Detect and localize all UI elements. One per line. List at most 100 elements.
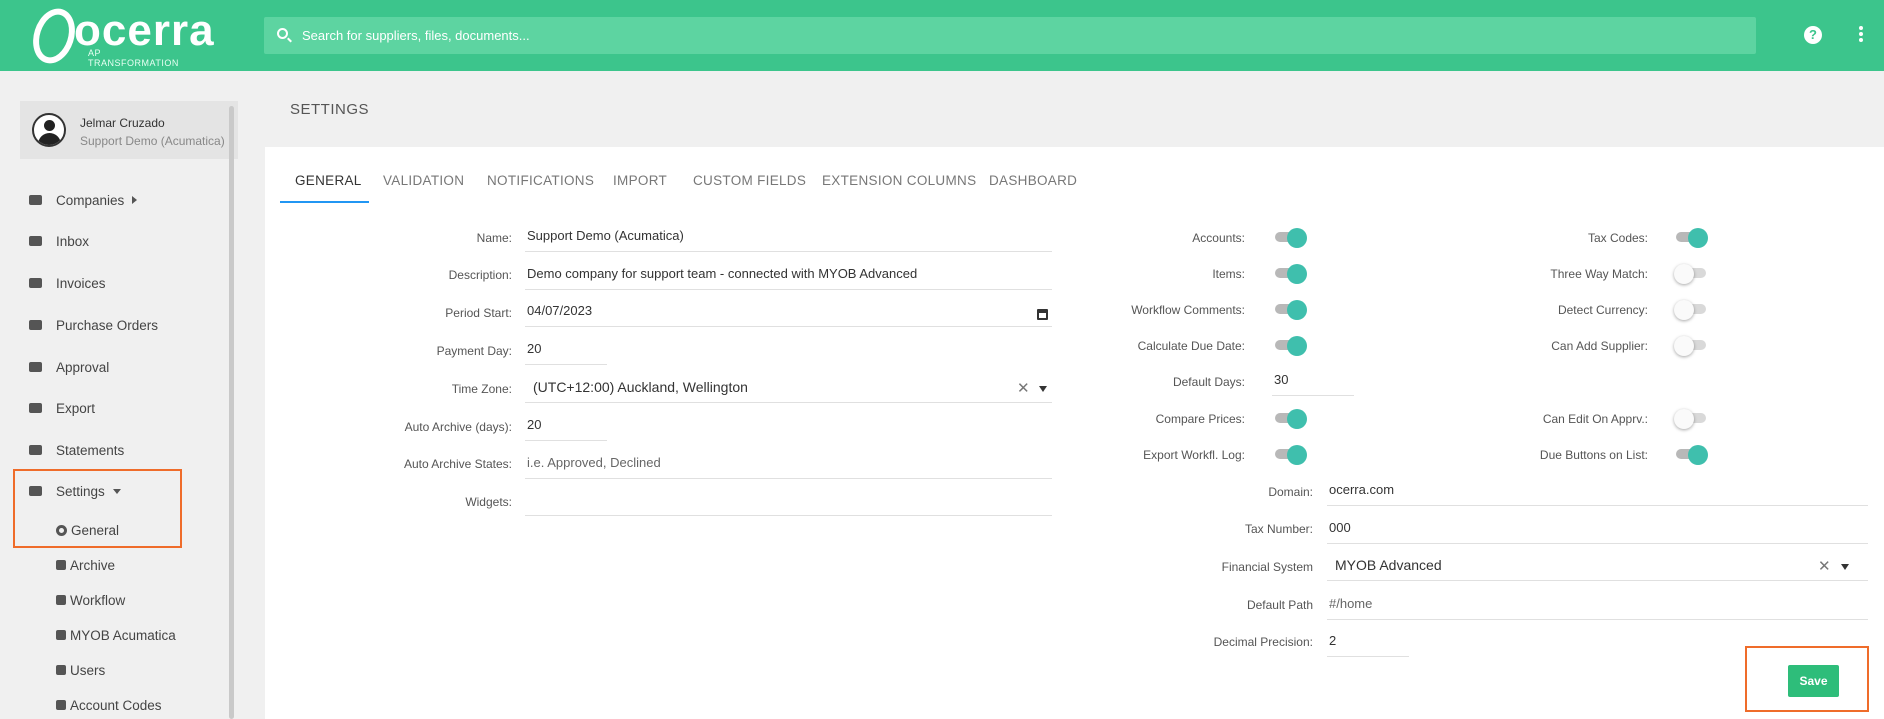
tab-notifications[interactable]: NOTIFICATIONS xyxy=(487,173,594,188)
help-icon[interactable]: ? xyxy=(1804,26,1822,44)
sidebar-item-companies[interactable]: Companies xyxy=(28,190,138,210)
puzzle-icon xyxy=(56,630,66,640)
three-way-match-label: Three Way Match: xyxy=(1550,267,1648,281)
sidebar-subitem-account-codes[interactable]: Account Codes xyxy=(56,696,162,714)
tab-dashboard[interactable]: DASHBOARD xyxy=(989,173,1077,188)
export-workflow-log-label: Export Workfl. Log: xyxy=(1143,448,1245,462)
three-way-match-toggle[interactable] xyxy=(1674,263,1708,284)
chevron-down-icon[interactable] xyxy=(1841,564,1849,570)
financial-system-select[interactable]: MYOB Advanced xyxy=(1327,553,1868,581)
decimal-precision-field[interactable]: 2 xyxy=(1327,629,1409,657)
users-icon xyxy=(56,665,66,675)
sidebar-item-purchase-orders[interactable]: Purchase Orders xyxy=(28,315,158,335)
basket-icon xyxy=(28,276,44,290)
tax-number-field[interactable]: 000 xyxy=(1327,516,1868,544)
tax-number-label: Tax Number: xyxy=(1244,522,1313,536)
calculate-due-date-toggle[interactable] xyxy=(1273,335,1307,356)
sidebar-subitem-workflow[interactable]: Workflow xyxy=(56,591,125,609)
tab-validation[interactable]: VALIDATION xyxy=(383,173,464,188)
search-bar[interactable] xyxy=(264,17,1756,54)
sidebar-item-label: Purchase Orders xyxy=(56,317,159,333)
period-start-label: Period Start: xyxy=(445,306,512,320)
time-zone-select[interactable]: (UTC+12:00) Auckland, Wellington xyxy=(525,375,1052,403)
auto-archive-states-input[interactable]: i.e. Approved, Declined xyxy=(525,451,1052,479)
sidebar-subitem-archive[interactable]: Archive xyxy=(56,556,115,574)
name-label: Name: xyxy=(476,231,512,245)
payment-day-label: Payment Day: xyxy=(436,344,512,358)
sidebar-item-approval[interactable]: Approval xyxy=(28,357,109,377)
domain-field[interactable]: ocerra.com xyxy=(1327,478,1868,506)
tab-extension-columns[interactable]: EXTENSION COLUMNS xyxy=(822,173,976,188)
period-start-field[interactable]: 04/07/2023 xyxy=(525,299,1052,327)
sidebar-scrollbar[interactable] xyxy=(229,106,234,719)
caret-right-icon xyxy=(132,196,138,204)
more-menu-icon[interactable] xyxy=(1858,26,1864,44)
sidebar-subitem-label: Archive xyxy=(70,557,116,573)
can-edit-on-apprv-label: Can Edit On Apprv.: xyxy=(1542,412,1648,426)
sidebar-item-export[interactable]: Export xyxy=(28,398,95,418)
tab-import[interactable]: IMPORT xyxy=(613,173,667,188)
sidebar-subitem-users[interactable]: Users xyxy=(56,661,105,679)
clipboard-icon xyxy=(56,700,66,710)
items-label: Items: xyxy=(1212,267,1245,281)
default-path-label: Default Path xyxy=(1246,598,1313,612)
clear-icon[interactable]: ✕ xyxy=(1017,379,1030,397)
financial-system-label: Financial System xyxy=(1221,560,1313,574)
sidebar-item-statements[interactable]: Statements xyxy=(28,440,124,460)
highlight-settings-general xyxy=(13,469,182,548)
auto-archive-days-field[interactable]: 20 xyxy=(525,413,607,441)
auto-archive-states-label: Auto Archive States: xyxy=(403,457,512,471)
name-field[interactable]: Support Demo (Acumatica) xyxy=(525,224,1052,252)
default-path-input[interactable]: #/home xyxy=(1327,592,1868,620)
sidebar-subitem-label: Account Codes xyxy=(70,697,162,713)
compare-prices-toggle[interactable] xyxy=(1273,408,1307,429)
can-edit-on-apprv-toggle[interactable] xyxy=(1674,408,1708,429)
ocerra-logo[interactable]: ocerra AP TRANSFORMATION xyxy=(20,3,214,69)
id-card-icon xyxy=(28,193,44,207)
sidebar-item-label: Statements xyxy=(56,442,125,458)
due-buttons-on-list-label: Due Buttons on List: xyxy=(1539,448,1648,462)
auto-archive-days-label: Auto Archive (days): xyxy=(404,420,512,434)
search-input[interactable] xyxy=(302,17,1742,54)
sidebar-item-label: Invoices xyxy=(56,275,106,291)
tax-codes-label: Tax Codes: xyxy=(1587,231,1648,245)
payment-day-field[interactable]: 20 xyxy=(525,337,607,365)
decimal-precision-label: Decimal Precision: xyxy=(1213,635,1313,649)
detect-currency-toggle[interactable] xyxy=(1674,299,1708,320)
sidebar-subitem-label: Workflow xyxy=(70,592,126,608)
can-add-supplier-toggle[interactable] xyxy=(1674,335,1708,356)
workflow-comments-toggle[interactable] xyxy=(1273,299,1307,320)
tab-custom-fields[interactable]: CUSTOM FIELDS xyxy=(693,173,806,188)
tax-codes-toggle[interactable] xyxy=(1674,227,1708,248)
user-name: Jelmar Cruzado xyxy=(80,116,165,130)
sidebar-item-label: Export xyxy=(56,400,96,416)
sidebar-item-invoices[interactable]: Invoices xyxy=(28,273,106,293)
sidebar-subitem-label: Users xyxy=(70,662,106,678)
external-link-icon xyxy=(28,401,44,415)
user-card[interactable]: Jelmar Cruzado Support Demo (Acumatica) xyxy=(20,101,238,159)
domain-label: Domain: xyxy=(1268,485,1313,499)
export-workflow-log-toggle[interactable] xyxy=(1273,444,1307,465)
sidebar-subitem-myob-acumatica[interactable]: MYOB Acumatica xyxy=(56,626,176,644)
settings-card: GENERAL VALIDATION NOTIFICATIONS IMPORT … xyxy=(265,147,1884,719)
sidebar-item-inbox[interactable]: Inbox xyxy=(28,231,89,251)
widgets-field[interactable] xyxy=(525,488,1052,516)
time-zone-label: Time Zone: xyxy=(451,382,512,396)
handshake-icon xyxy=(28,360,44,374)
archive-icon xyxy=(56,560,66,570)
default-days-label: Default Days: xyxy=(1172,375,1245,389)
default-days-field[interactable]: 30 xyxy=(1272,368,1354,396)
active-tab-indicator xyxy=(280,201,369,203)
calculate-due-date-label: Calculate Due Date: xyxy=(1137,339,1245,353)
clear-icon[interactable]: ✕ xyxy=(1818,557,1831,575)
accounts-toggle[interactable] xyxy=(1273,227,1307,248)
highlight-save xyxy=(1745,646,1869,712)
due-buttons-on-list-toggle[interactable] xyxy=(1674,444,1708,465)
tab-general[interactable]: GENERAL xyxy=(295,173,362,188)
main-content: SETTINGS GENERAL VALIDATION NOTIFICATION… xyxy=(265,71,1884,719)
sidebar-item-label: Inbox xyxy=(56,233,90,249)
description-field[interactable]: Demo company for support team - connecte… xyxy=(525,262,1052,290)
items-toggle[interactable] xyxy=(1273,263,1307,284)
basket-icon xyxy=(28,443,44,457)
sidebar-subitem-label: MYOB Acumatica xyxy=(70,627,176,643)
